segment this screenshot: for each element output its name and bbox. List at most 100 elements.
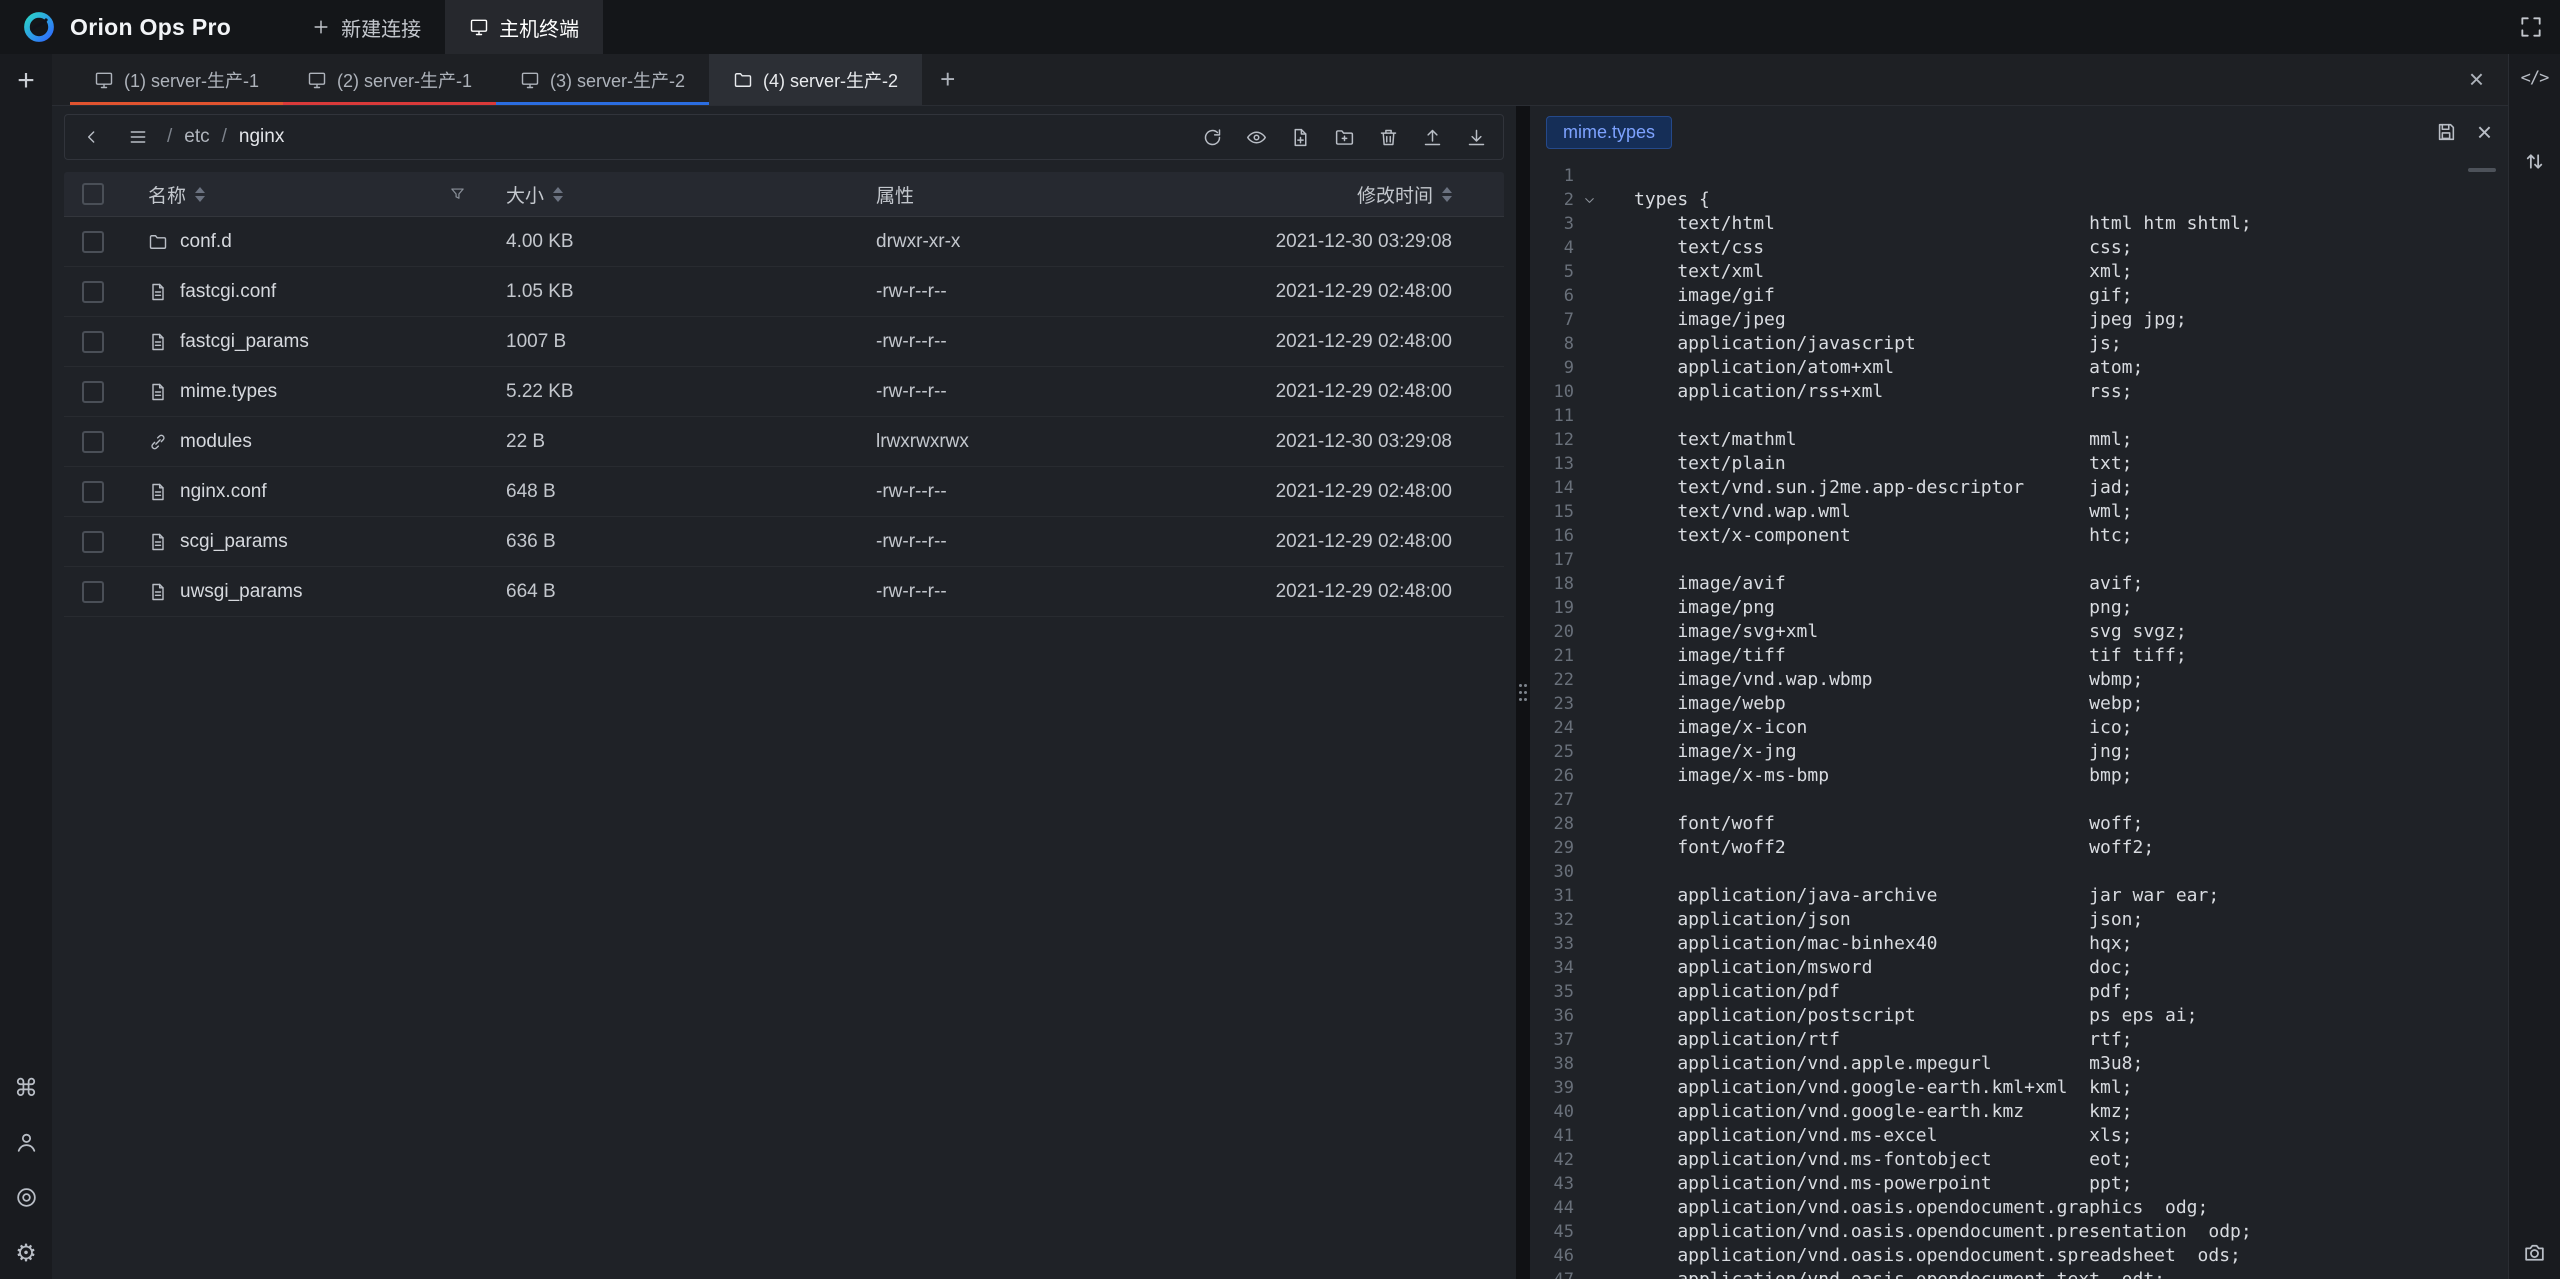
editor-line-2[interactable]: 2types { <box>1530 188 2508 212</box>
editor-line-20[interactable]: 20 image/svg+xml svg svgz; <box>1530 620 2508 644</box>
new-folder-button[interactable] <box>1327 120 1361 154</box>
select-all-checkbox[interactable] <box>82 183 104 205</box>
fold-chevron-icon[interactable] <box>1574 188 1604 212</box>
screenshot-icon[interactable] <box>2522 1240 2547 1265</box>
close-panel-button[interactable]: × <box>2469 54 2484 105</box>
editor-line-43[interactable]: 43 application/vnd.ms-powerpoint ppt; <box>1530 1172 2508 1196</box>
editor-line-9[interactable]: 9 application/atom+xml atom; <box>1530 356 2508 380</box>
editor-line-44[interactable]: 44 application/vnd.oasis.opendocument.gr… <box>1530 1196 2508 1220</box>
upload-button[interactable] <box>1415 120 1449 154</box>
editor-line-5[interactable]: 5 text/xml xml; <box>1530 260 2508 284</box>
new-file-button[interactable] <box>1283 120 1317 154</box>
nav-host-terminal[interactable]: 主机终端 <box>445 0 603 54</box>
file-row-fastcgi.conf[interactable]: fastcgi.conf1.05 KB-rw-r--r--2021-12-29 … <box>64 267 1504 317</box>
editor-line-37[interactable]: 37 application/rtf rtf; <box>1530 1028 2508 1052</box>
support-icon[interactable] <box>14 1185 39 1210</box>
terminal-tab-4[interactable]: (4) server-生产-2 <box>709 54 922 105</box>
editor-line-45[interactable]: 45 application/vnd.oasis.opendocument.pr… <box>1530 1220 2508 1244</box>
row-checkbox[interactable] <box>82 281 104 303</box>
editor-line-19[interactable]: 19 image/png png; <box>1530 596 2508 620</box>
editor-line-27[interactable]: 27 <box>1530 788 2508 812</box>
row-checkbox[interactable] <box>82 481 104 503</box>
refresh-button[interactable] <box>1195 120 1229 154</box>
editor-line-41[interactable]: 41 application/vnd.ms-excel xls; <box>1530 1124 2508 1148</box>
editor-line-39[interactable]: 39 application/vnd.google-earth.kml+xml … <box>1530 1076 2508 1100</box>
row-checkbox[interactable] <box>82 331 104 353</box>
editor-line-26[interactable]: 26 image/x-ms-bmp bmp; <box>1530 764 2508 788</box>
editor-line-42[interactable]: 42 application/vnd.ms-fontobject eot; <box>1530 1148 2508 1172</box>
editor-line-23[interactable]: 23 image/webp webp; <box>1530 692 2508 716</box>
download-button[interactable] <box>1459 120 1493 154</box>
panel-splitter[interactable] <box>1516 106 1530 1279</box>
editor-line-15[interactable]: 15 text/vnd.wap.wml wml; <box>1530 500 2508 524</box>
editor-line-14[interactable]: 14 text/vnd.sun.j2me.app-descriptor jad; <box>1530 476 2508 500</box>
terminal-tab-3[interactable]: (3) server-生产-2 <box>496 54 709 105</box>
editor-line-36[interactable]: 36 application/postscript ps eps ai; <box>1530 1004 2508 1028</box>
file-row-modules[interactable]: modules22 Blrwxrwxrwx2021-12-30 03:29:08 <box>64 417 1504 467</box>
breadcrumb-segment[interactable]: etc <box>184 126 209 148</box>
editor-line-12[interactable]: 12 text/mathml mml; <box>1530 428 2508 452</box>
editor-line-16[interactable]: 16 text/x-component htc; <box>1530 524 2508 548</box>
editor-line-13[interactable]: 13 text/plain txt; <box>1530 452 2508 476</box>
editor-line-6[interactable]: 6 image/gif gif; <box>1530 284 2508 308</box>
editor-line-11[interactable]: 11 <box>1530 404 2508 428</box>
editor-line-3[interactable]: 3 text/html html htm shtml; <box>1530 212 2508 236</box>
fullscreen-icon[interactable] <box>2518 14 2544 40</box>
terminal-tab-1[interactable]: (1) server-生产-1 <box>70 54 283 105</box>
editor-scrollbar-thumb[interactable] <box>2468 168 2496 172</box>
swap-icon[interactable] <box>2522 149 2547 174</box>
trash-button[interactable] <box>1371 120 1405 154</box>
editor-line-4[interactable]: 4 text/css css; <box>1530 236 2508 260</box>
editor-line-30[interactable]: 30 <box>1530 860 2508 884</box>
user-icon[interactable] <box>14 1130 39 1155</box>
code-icon[interactable]: </> <box>2522 66 2547 91</box>
editor-line-47[interactable]: 47 application/vnd.oasis.opendocument.te… <box>1530 1268 2508 1279</box>
nav-new-connection[interactable]: 新建连接 <box>287 0 445 54</box>
file-row-mime.types[interactable]: mime.types5.22 KB-rw-r--r--2021-12-29 02… <box>64 367 1504 417</box>
row-checkbox[interactable] <box>82 231 104 253</box>
editor-line-17[interactable]: 17 <box>1530 548 2508 572</box>
editor-line-31[interactable]: 31 application/java-archive jar war ear; <box>1530 884 2508 908</box>
editor-line-7[interactable]: 7 image/jpeg jpeg jpg; <box>1530 308 2508 332</box>
editor-line-28[interactable]: 28 font/woff woff; <box>1530 812 2508 836</box>
save-icon[interactable] <box>2435 121 2457 143</box>
editor-line-29[interactable]: 29 font/woff2 woff2; <box>1530 836 2508 860</box>
sort-mtime[interactable] <box>1442 187 1452 202</box>
file-row-scgi_params[interactable]: scgi_params636 B-rw-r--r--2021-12-29 02:… <box>64 517 1504 567</box>
file-row-fastcgi_params[interactable]: fastcgi_params1007 B-rw-r--r--2021-12-29… <box>64 317 1504 367</box>
breadcrumb-segment[interactable]: nginx <box>239 126 284 148</box>
editor-line-40[interactable]: 40 application/vnd.google-earth.kmz kmz; <box>1530 1100 2508 1124</box>
editor-line-21[interactable]: 21 image/tiff tif tiff; <box>1530 644 2508 668</box>
editor-line-46[interactable]: 46 application/vnd.oasis.opendocument.sp… <box>1530 1244 2508 1268</box>
editor-line-38[interactable]: 38 application/vnd.apple.mpegurl m3u8; <box>1530 1052 2508 1076</box>
editor-line-35[interactable]: 35 application/pdf pdf; <box>1530 980 2508 1004</box>
row-checkbox[interactable] <box>82 381 104 403</box>
editor-tab-mime-types[interactable]: mime.types <box>1546 116 1672 149</box>
editor-close-button[interactable]: × <box>2477 119 2492 145</box>
sort-name[interactable] <box>195 187 205 202</box>
list-view-button[interactable] <box>121 120 155 154</box>
filter-icon[interactable] <box>449 186 466 203</box>
file-row-conf.d[interactable]: conf.d4.00 KBdrwxr-xr-x2021-12-30 03:29:… <box>64 217 1504 267</box>
editor-line-1[interactable]: 1 <box>1530 164 2508 188</box>
editor-line-33[interactable]: 33 application/mac-binhex40 hqx; <box>1530 932 2508 956</box>
editor-line-32[interactable]: 32 application/json json; <box>1530 908 2508 932</box>
new-panel-button[interactable]: + <box>17 66 35 96</box>
settings-icon[interactable]: ⚙ <box>14 1240 39 1265</box>
terminal-tab-2[interactable]: (2) server-生产-1 <box>283 54 496 105</box>
eye-button[interactable] <box>1239 120 1273 154</box>
back-button[interactable] <box>75 120 109 154</box>
editor-line-18[interactable]: 18 image/avif avif; <box>1530 572 2508 596</box>
editor-line-8[interactable]: 8 application/javascript js; <box>1530 332 2508 356</box>
file-row-uwsgi_params[interactable]: uwsgi_params664 B-rw-r--r--2021-12-29 02… <box>64 567 1504 617</box>
editor-line-34[interactable]: 34 application/msword doc; <box>1530 956 2508 980</box>
editor-line-22[interactable]: 22 image/vnd.wap.wbmp wbmp; <box>1530 668 2508 692</box>
editor-line-10[interactable]: 10 application/rss+xml rss; <box>1530 380 2508 404</box>
sort-size[interactable] <box>553 187 563 202</box>
row-checkbox[interactable] <box>82 431 104 453</box>
new-tab-button[interactable]: + <box>922 54 973 105</box>
editor-line-25[interactable]: 25 image/x-jng jng; <box>1530 740 2508 764</box>
row-checkbox[interactable] <box>82 581 104 603</box>
file-row-nginx.conf[interactable]: nginx.conf648 B-rw-r--r--2021-12-29 02:4… <box>64 467 1504 517</box>
code-editor[interactable]: 12types {3 text/html html htm shtml;4 te… <box>1530 158 2508 1279</box>
